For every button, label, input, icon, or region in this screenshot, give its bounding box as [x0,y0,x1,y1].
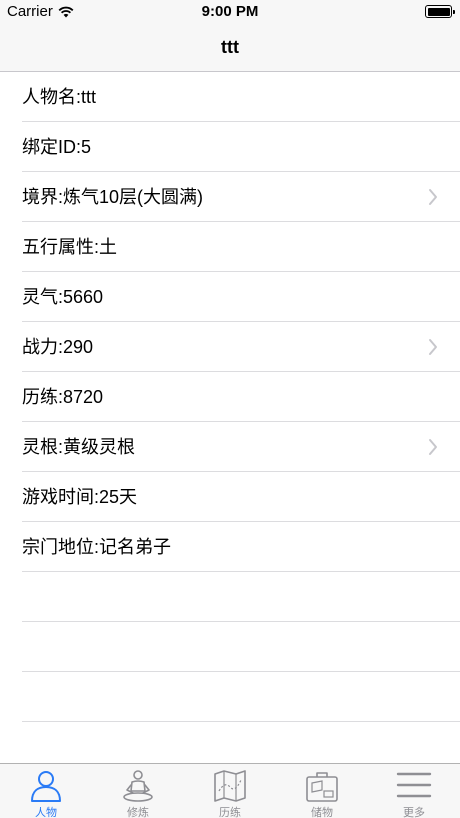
meditation-icon [123,770,153,802]
row-realm[interactable]: 境界:炼气10层(大圆满) [0,172,460,222]
tab-cultivation[interactable]: 修炼 [92,764,184,818]
tab-label: 储物 [311,807,333,818]
tab-label: 修炼 [127,807,149,818]
tab-label: 历练 [219,807,241,818]
row-label: 绑定ID:5 [22,137,92,157]
tab-bar: 人物 修炼 历练 储物 更多 [0,763,460,818]
row-label: 人物名:ttt [22,87,97,107]
row-bind-id: 绑定ID:5 [0,122,460,172]
tab-training[interactable]: 历练 [184,764,276,818]
row-label: 灵气:5660 [22,287,104,307]
chevron-right-icon [429,439,437,455]
map-icon [214,770,246,802]
row-label: 境界:炼气10层(大圆满) [22,187,204,207]
chevron-right-icon [429,189,437,205]
tab-more[interactable]: 更多 [368,764,460,818]
row-label: 历练:8720 [22,387,104,407]
tab-label: 更多 [403,807,425,818]
row-experience: 历练:8720 [0,372,460,422]
chevron-right-icon [429,339,437,355]
tab-storage[interactable]: 储物 [276,764,368,818]
tab-label: 人物 [35,807,57,818]
row-label: 战力:290 [22,337,94,357]
row-label: 灵根:黄级灵根 [22,437,136,457]
storage-icon [306,772,338,802]
row-label: 游戏时间:25天 [22,487,138,507]
row-label: 宗门地位:记名弟子 [22,537,172,557]
page-title: ttt [221,37,239,57]
row-game-time: 游戏时间:25天 [0,472,460,522]
character-info-list: 人物名:ttt 绑定ID:5 境界:炼气10层(大圆满) 五行属性:土 灵气:5… [0,72,460,722]
empty-row [0,572,460,622]
empty-row [0,672,460,722]
row-spirit-root[interactable]: 灵根:黄级灵根 [0,422,460,472]
battery-icon [425,5,455,18]
row-label: 五行属性:土 [22,237,118,257]
menu-icon [396,772,432,798]
navigation-bar: ttt [0,24,460,72]
row-combat-power[interactable]: 战力:290 [0,322,460,372]
row-sect-status: 宗门地位:记名弟子 [0,522,460,572]
status-time: 9:00 PM [201,3,259,20]
person-icon [31,771,61,802]
tab-character[interactable]: 人物 [0,764,92,818]
row-spirit-energy: 灵气:5660 [0,272,460,322]
row-character-name: 人物名:ttt [0,72,460,122]
status-bar: Carrier 9:00 PM [0,0,460,24]
empty-row [0,622,460,672]
row-element: 五行属性:土 [0,222,460,272]
